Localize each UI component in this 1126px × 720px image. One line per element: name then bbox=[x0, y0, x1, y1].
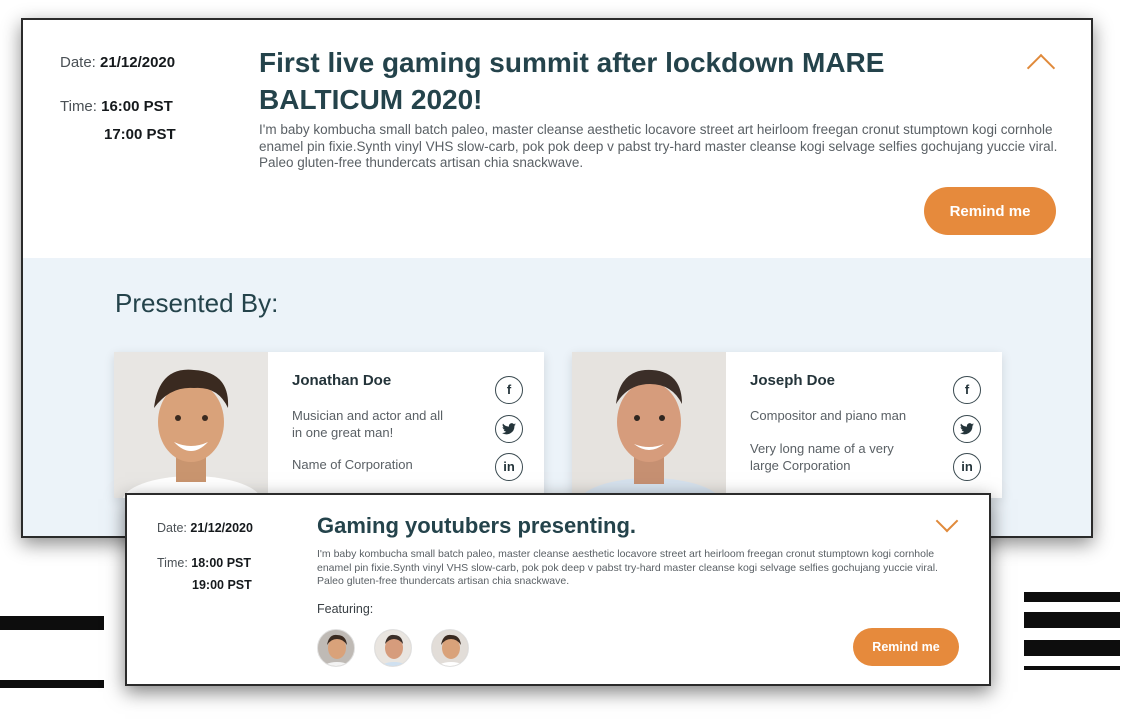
remind-me-button[interactable]: Remind me bbox=[924, 187, 1056, 235]
decor-bar bbox=[1024, 666, 1120, 670]
event-time: Time: 16:00 PST bbox=[60, 98, 173, 115]
presenter-name: Joseph Doe bbox=[750, 372, 836, 389]
featuring-label: Featuring: bbox=[317, 602, 374, 616]
twitter-icon[interactable] bbox=[953, 415, 981, 443]
presented-by-heading: Presented By: bbox=[115, 288, 279, 318]
chevron-down-icon[interactable] bbox=[935, 509, 959, 533]
remind-me-button[interactable]: Remind me bbox=[853, 628, 959, 666]
event-description: I'm baby kombucha small batch paleo, mas… bbox=[317, 548, 938, 587]
avatar bbox=[572, 352, 726, 498]
presenter-photo bbox=[572, 352, 726, 498]
presenter-name: Jonathan Doe bbox=[292, 372, 392, 389]
decor-bar bbox=[0, 680, 104, 688]
date-label: Date: bbox=[157, 521, 187, 535]
decor-bar bbox=[1024, 592, 1120, 602]
time-start: 16:00 PST bbox=[101, 98, 173, 115]
time-end: 17:00 PST bbox=[104, 126, 176, 143]
time-label: Time: bbox=[157, 556, 188, 570]
avatar[interactable] bbox=[431, 629, 469, 667]
event-header: Date: 21/12/2020 Time: 16:00 PST 17:00 P… bbox=[23, 20, 1091, 258]
presenter-card: Joseph Doe Compositor and piano man Very… bbox=[572, 352, 1002, 498]
linkedin-icon[interactable]: in bbox=[495, 453, 523, 481]
avatar bbox=[114, 352, 268, 498]
decor-bar bbox=[0, 616, 104, 630]
presenter-corporation: Very long name of a very large Corporati… bbox=[750, 441, 894, 473]
time-start: 18:00 PST bbox=[191, 556, 252, 570]
presenter-corporation: Name of Corporation bbox=[292, 457, 413, 472]
event-card-collapsed: Date: 21/12/2020 Time: 18:00 PST 19:00 P… bbox=[125, 493, 991, 686]
date-label: Date: bbox=[60, 54, 96, 71]
presenter-description: Musician and actor and all in one great … bbox=[292, 408, 444, 440]
decor-bar bbox=[1024, 612, 1120, 628]
presenter-description: Compositor and piano man bbox=[750, 408, 907, 423]
event-title: First live gaming summit after lockdown … bbox=[259, 47, 885, 115]
event-title: Gaming youtubers presenting. bbox=[317, 513, 637, 538]
decor-bar bbox=[1024, 640, 1120, 656]
presenter-photo bbox=[114, 352, 268, 498]
twitter-icon[interactable] bbox=[495, 415, 523, 443]
event-card-expanded: Date: 21/12/2020 Time: 16:00 PST 17:00 P… bbox=[21, 18, 1093, 538]
facebook-icon[interactable]: f bbox=[953, 376, 981, 404]
chevron-up-icon[interactable] bbox=[1026, 53, 1056, 83]
linkedin-icon[interactable]: in bbox=[953, 453, 981, 481]
date-value: 21/12/2020 bbox=[190, 521, 253, 535]
avatar[interactable] bbox=[374, 629, 412, 667]
presenter-card: Jonathan Doe Musician and actor and all … bbox=[114, 352, 544, 498]
event-description: I'm baby kombucha small batch paleo, mas… bbox=[259, 122, 1058, 170]
event-date: Date: 21/12/2020 bbox=[60, 54, 175, 71]
time-label: Time: bbox=[60, 98, 97, 115]
event-time-end: 17:00 PST bbox=[104, 126, 176, 143]
avatar[interactable] bbox=[317, 629, 355, 667]
event-time-end: 19:00 PST bbox=[192, 578, 252, 592]
event-time: Time: 18:00 PST bbox=[157, 556, 251, 570]
event-date: Date: 21/12/2020 bbox=[157, 521, 253, 535]
date-value: 21/12/2020 bbox=[100, 54, 176, 71]
time-end: 19:00 PST bbox=[192, 578, 252, 592]
facebook-icon[interactable]: f bbox=[495, 376, 523, 404]
